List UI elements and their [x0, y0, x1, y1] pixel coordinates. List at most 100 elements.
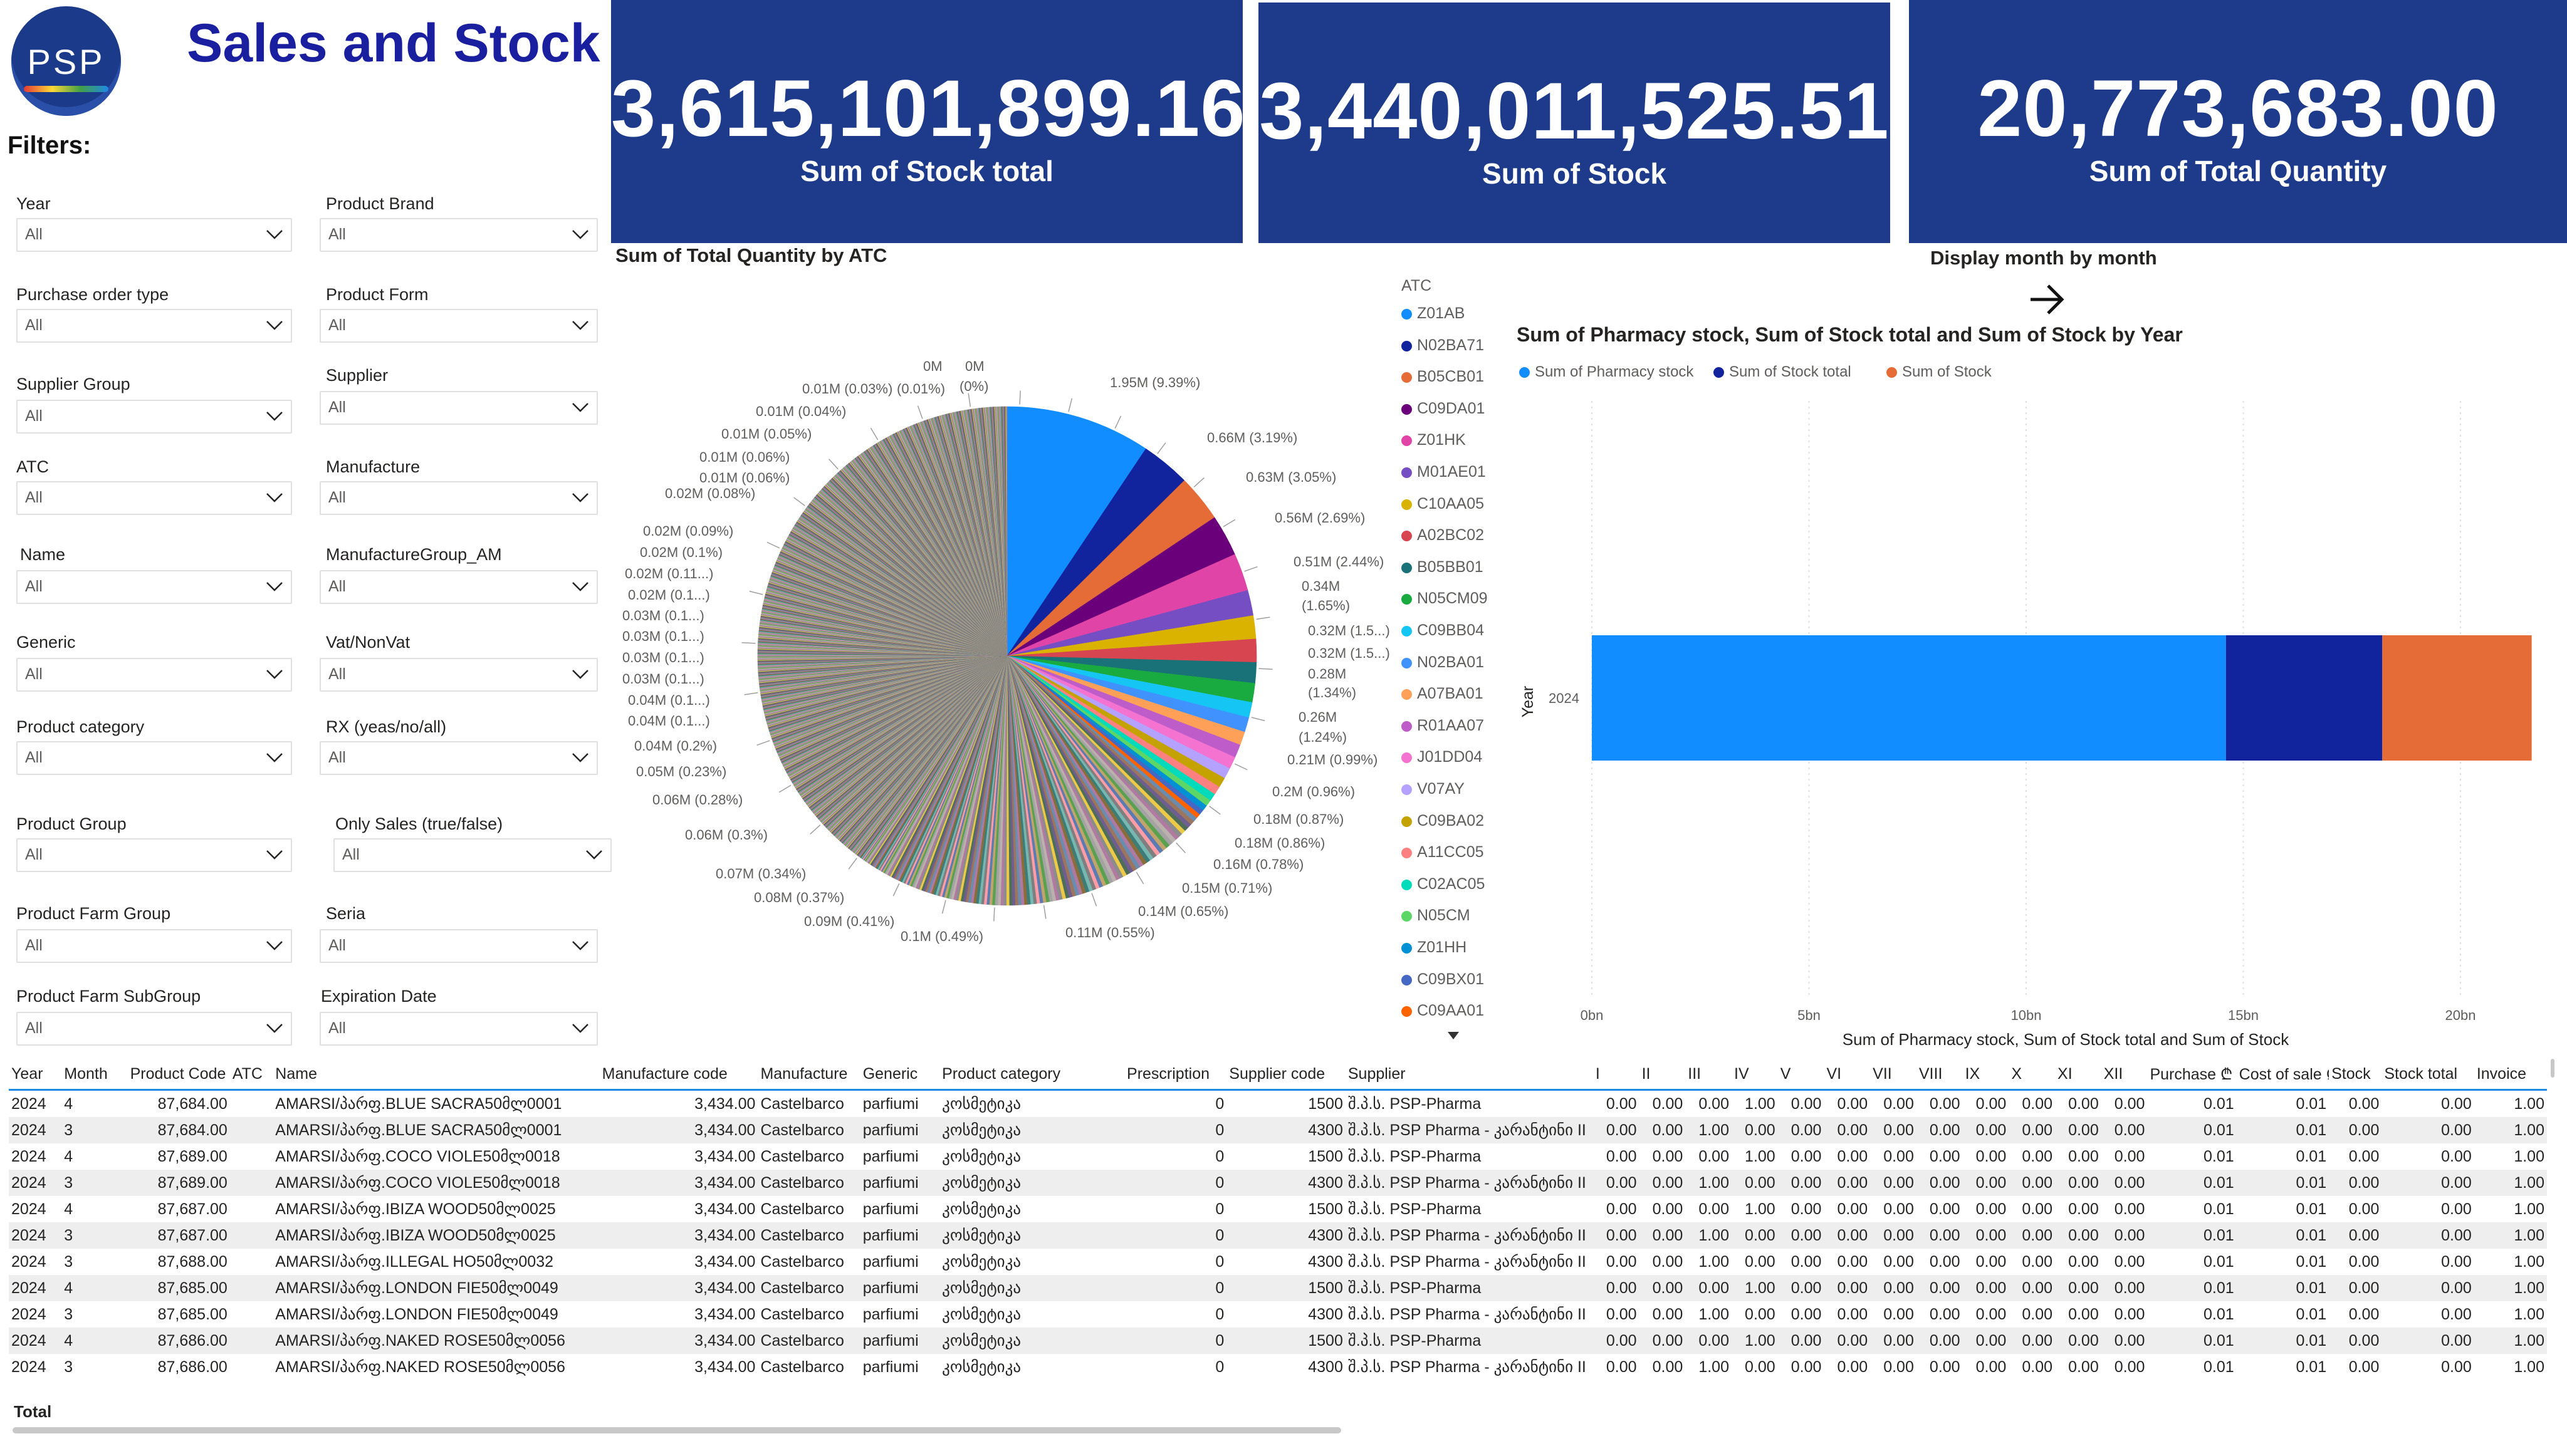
column-header[interactable]: Supplier	[1345, 1059, 1593, 1091]
column-header[interactable]: Generic	[860, 1059, 940, 1091]
legend-item[interactable]: R01AA07	[1401, 717, 1484, 735]
chevron-down-icon[interactable]	[585, 848, 603, 860]
chevron-down-icon[interactable]	[572, 228, 589, 239]
chevron-down-icon[interactable]	[266, 410, 283, 421]
chevron-down-icon[interactable]	[266, 580, 283, 591]
column-header[interactable]: Cost of sale ₾	[2236, 1059, 2329, 1091]
column-header[interactable]: II	[1639, 1059, 1686, 1091]
legend-item[interactable]: M01AE01	[1401, 463, 1486, 481]
slicer-dropdown[interactable]: All	[320, 1012, 598, 1046]
table-row[interactable]: 2024 4 87,684.00 AMARSI/პარფ.BLUE SACRA50მლ…	[9, 1090, 2547, 1118]
column-header[interactable]: I	[1592, 1059, 1639, 1091]
slicer-dropdown[interactable]: All	[16, 400, 292, 434]
column-header[interactable]: Manufacture	[758, 1059, 860, 1091]
column-header[interactable]: IX	[1962, 1059, 2009, 1091]
legend-item[interactable]: N02BA71	[1401, 336, 1484, 355]
table-row[interactable]: 2024 4 87,689.00 AMARSI/პარფ.COCO VIOLE50მლ…	[9, 1143, 2547, 1170]
table-row[interactable]: 2024 4 87,687.00 AMARSI/პარფ.IBIZA WOOD50მლ…	[9, 1196, 2547, 1222]
table-row[interactable]: 2024 4 87,686.00 AMARSI/პარფ.NAKED ROSE50მლ…	[9, 1328, 2547, 1354]
slicer-dropdown[interactable]: All	[16, 741, 292, 775]
column-header[interactable]: V	[1777, 1059, 1824, 1091]
table-row[interactable]: 2024 3 87,685.00 AMARSI/პარფ.LONDON FIE50მლ…	[9, 1301, 2547, 1328]
column-header[interactable]: Product category	[939, 1059, 1125, 1091]
legend-item[interactable]: C09BX01	[1401, 970, 1484, 989]
table-row[interactable]: 2024 3 87,689.00 AMARSI/პარფ.COCO VIOLE50მლ…	[9, 1170, 2547, 1196]
legend-item[interactable]: C09AA01	[1401, 1002, 1484, 1020]
legend-item[interactable]: N02BA01	[1401, 653, 1484, 672]
chevron-down-icon[interactable]	[266, 319, 283, 330]
slicer-dropdown[interactable]: All	[320, 658, 598, 692]
chevron-down-icon[interactable]	[266, 1022, 283, 1033]
chevron-down-icon[interactable]	[266, 228, 283, 239]
vertical-scrollbar[interactable]	[2551, 1059, 2554, 1078]
column-header[interactable]: III	[1685, 1059, 1732, 1091]
legend-item[interactable]: C09BA02	[1401, 812, 1484, 830]
slicer-dropdown[interactable]: All	[16, 838, 292, 872]
chevron-down-icon[interactable]	[572, 319, 589, 330]
legend-item[interactable]: Z01HK	[1401, 431, 1466, 449]
arrow-right-icon[interactable]	[2028, 282, 2066, 317]
legend-item[interactable]: B05BB01	[1401, 558, 1483, 576]
chevron-down-icon[interactable]	[572, 668, 589, 679]
slicer-dropdown[interactable]: All	[16, 309, 292, 343]
chevron-down-icon[interactable]	[266, 668, 283, 679]
column-header[interactable]: Stock	[2329, 1059, 2382, 1091]
bar-legend-item[interactable]: Sum of Stock	[1886, 363, 1992, 381]
column-header[interactable]: Invoice	[2474, 1059, 2547, 1091]
column-header[interactable]: VII	[1870, 1059, 1916, 1091]
slicer-dropdown[interactable]: All	[320, 309, 598, 343]
column-header[interactable]: Manufacture code	[599, 1059, 758, 1091]
legend-item[interactable]: B05CB01	[1401, 368, 1484, 386]
legend-more-icon[interactable]	[1446, 1031, 1461, 1041]
table-row[interactable]: 2024 4 87,685.00 AMARSI/პარფ.LONDON FIE50მლ…	[9, 1275, 2547, 1301]
table-row[interactable]: 2024 3 87,688.00 AMARSI/პარფ.ILLEGAL HO50მლ…	[9, 1249, 2547, 1275]
legend-item[interactable]: V07AY	[1401, 780, 1465, 798]
legend-item[interactable]: C09DA01	[1401, 400, 1485, 418]
bar-legend-item[interactable]: Sum of Stock total	[1713, 363, 1851, 381]
legend-item[interactable]: A11CC05	[1401, 843, 1484, 861]
slicer-dropdown[interactable]: All	[320, 741, 598, 775]
column-header[interactable]: X	[2009, 1059, 2056, 1091]
chevron-down-icon[interactable]	[572, 580, 589, 591]
column-header[interactable]: Supplier code	[1226, 1059, 1346, 1091]
chevron-down-icon[interactable]	[572, 939, 589, 950]
slicer-dropdown[interactable]: All	[320, 481, 598, 515]
horizontal-scrollbar[interactable]	[13, 1427, 1341, 1433]
legend-item[interactable]: C02AC05	[1401, 875, 1485, 893]
table-row[interactable]: 2024 3 87,684.00 AMARSI/პარფ.BLUE SACRA50მლ…	[9, 1117, 2547, 1143]
legend-item[interactable]: J01DD04	[1401, 748, 1482, 766]
column-header[interactable]: Month	[61, 1059, 128, 1091]
chevron-down-icon[interactable]	[572, 751, 589, 762]
column-header[interactable]: Year	[9, 1059, 62, 1091]
slicer-dropdown[interactable]: All	[320, 929, 598, 963]
chevron-down-icon[interactable]	[266, 939, 283, 950]
chevron-down-icon[interactable]	[572, 401, 589, 412]
slicer-dropdown[interactable]: All	[320, 570, 598, 604]
legend-item[interactable]: Z01AB	[1401, 304, 1465, 323]
chevron-down-icon[interactable]	[572, 1022, 589, 1033]
slicer-dropdown[interactable]: All	[16, 658, 292, 692]
bar-segment[interactable]	[2225, 635, 2383, 761]
column-header[interactable]: Purchase ₾	[2147, 1059, 2237, 1091]
chevron-down-icon[interactable]	[266, 848, 283, 860]
table-row[interactable]: 2024 3 87,687.00 AMARSI/პარფ.IBIZA WOOD50მლ…	[9, 1222, 2547, 1249]
legend-item[interactable]: A07BA01	[1401, 685, 1483, 703]
slicer-dropdown[interactable]: All	[320, 218, 598, 252]
slicer-dropdown[interactable]: All	[16, 218, 292, 252]
chevron-down-icon[interactable]	[266, 491, 283, 502]
column-header[interactable]: VI	[1824, 1059, 1871, 1091]
column-header[interactable]: VIII	[1916, 1059, 1963, 1091]
slicer-dropdown[interactable]: All	[16, 570, 292, 604]
legend-item[interactable]: Z01HH	[1401, 939, 1466, 957]
bar-segment[interactable]	[1592, 635, 2226, 761]
column-header[interactable]: XII	[2101, 1059, 2148, 1091]
column-header[interactable]: ATC	[229, 1059, 273, 1091]
slicer-dropdown[interactable]: All	[16, 1012, 292, 1046]
legend-item[interactable]: N05CM	[1401, 907, 1470, 925]
column-header[interactable]: Prescription	[1124, 1059, 1227, 1091]
table-row[interactable]: 2024 3 87,686.00 AMARSI/პარფ.NAKED ROSE50მლ…	[9, 1354, 2547, 1380]
chevron-down-icon[interactable]	[572, 491, 589, 502]
bar-segment[interactable]	[2382, 635, 2532, 761]
legend-item[interactable]: C09BB04	[1401, 621, 1484, 640]
slicer-dropdown[interactable]: All	[16, 929, 292, 963]
